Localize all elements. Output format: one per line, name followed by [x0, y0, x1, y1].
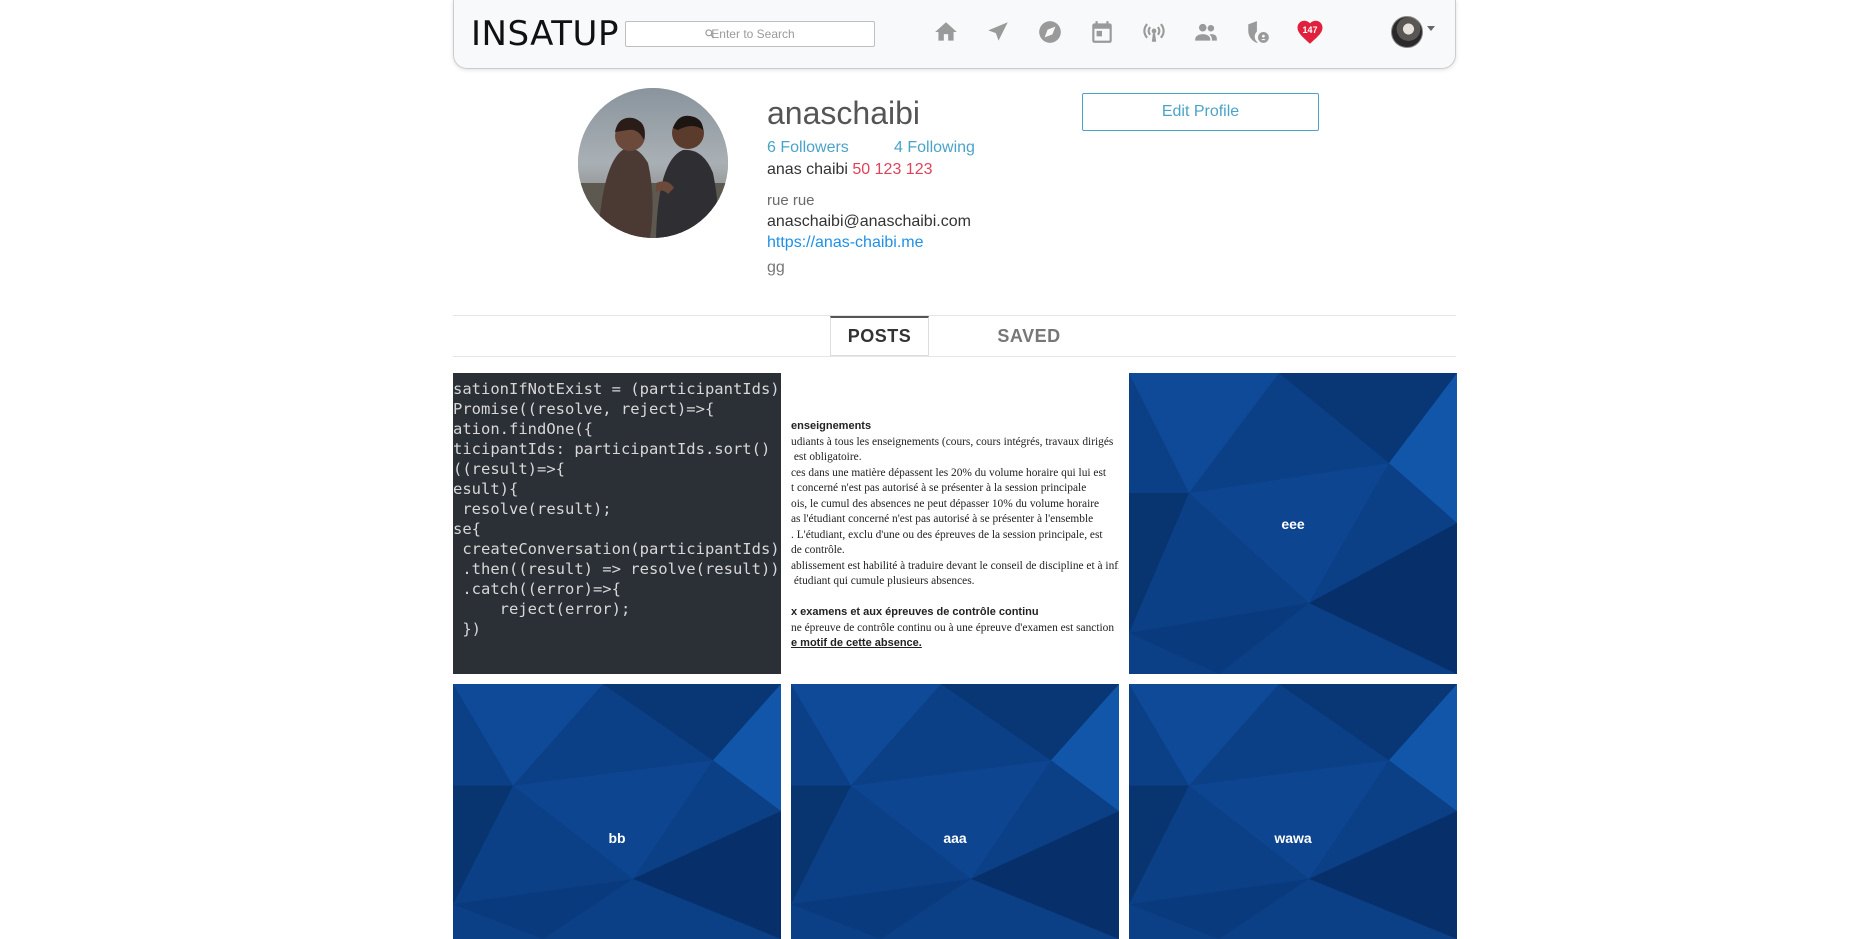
code-line: ation.findOne({ — [453, 420, 593, 438]
post-title: bb — [608, 830, 626, 846]
doc-heading: enseignements — [791, 420, 872, 432]
post-tile-document[interactable]: enseignements udiants à tous les enseign… — [791, 373, 1119, 674]
broadcast-icon[interactable] — [1138, 16, 1170, 48]
tab-posts[interactable]: POSTS — [830, 316, 929, 356]
post-title: eee — [1281, 515, 1305, 532]
tabs-divider-bottom — [453, 356, 1456, 357]
doc-line: t concerné n'est pas autorisé à se prése… — [791, 482, 1087, 494]
post-tile[interactable]: eee — [1129, 373, 1457, 674]
post-tile[interactable]: aaa — [791, 684, 1119, 939]
code-line: Promise((resolve, reject)=>{ — [453, 400, 715, 418]
avatar[interactable] — [1391, 16, 1423, 48]
post-background — [791, 684, 1119, 939]
code-line: ((result)=>{ — [453, 460, 565, 478]
code-line: createConversation(participantIds) — [453, 540, 780, 558]
top-navbar: INSATUP 147 — [453, 0, 1456, 69]
notification-count: 147 — [1302, 25, 1318, 35]
code-line: .catch((error)=>{ — [453, 580, 621, 598]
post-background — [453, 684, 781, 939]
post-tile-code[interactable]: sationIfNotExist = (participantIds) Prom… — [453, 373, 781, 674]
doc-line: ois, le cumul des absences ne peut dépas… — [791, 497, 1100, 510]
code-line: sationIfNotExist = (participantIds) — [453, 380, 780, 398]
doc-line: . L'étudiant, exclu d'une ou des épreuve… — [791, 528, 1103, 541]
profile-username: anaschaibi — [767, 95, 920, 131]
full-name-text: anas chaibi — [767, 161, 848, 178]
doc-line: e motif de cette absence. — [791, 637, 922, 649]
phone-number: 50 123 123 — [852, 161, 933, 178]
doc-line: de contrôle. — [791, 544, 845, 556]
heart-icon[interactable]: 147 — [1294, 16, 1326, 48]
profile-address: rue rue — [767, 192, 815, 209]
doc-line: as l'étudiant concerné n'est pas autoris… — [791, 513, 1094, 525]
doc-line: ne épreuve de contrôle continu ou à une … — [791, 621, 1115, 634]
code-line: reject(error); — [453, 600, 631, 618]
profile-full-name: anas chaibi 50 123 123 — [767, 161, 932, 179]
doc-line: ces dans une matière dépassent les 20% d… — [791, 466, 1107, 479]
doc-line: ablissement est habilité à traduire deva… — [791, 559, 1119, 572]
following-link[interactable]: 4 Following — [894, 139, 975, 157]
chevron-down-icon[interactable] — [1427, 26, 1435, 31]
explore-icon[interactable] — [1034, 16, 1066, 48]
code-line: ticipantIds: participantIds.sort() — [453, 440, 771, 458]
security-icon[interactable] — [1242, 16, 1274, 48]
post-title: wawa — [1274, 830, 1312, 846]
doc-line: est obligatoire. — [791, 451, 862, 463]
code-line: .then((result) => resolve(result)) — [453, 560, 780, 578]
document-snippet: enseignements udiants à tous les enseign… — [791, 419, 1119, 652]
calendar-icon[interactable] — [1086, 16, 1118, 48]
people-icon[interactable] — [1190, 16, 1222, 48]
profile-picture — [578, 88, 728, 238]
doc-line: udiants à tous les enseignements (cours,… — [791, 435, 1114, 448]
followers-link[interactable]: 6 Followers — [767, 139, 849, 157]
post-background — [1129, 684, 1457, 939]
code-line: esult){ — [453, 480, 519, 498]
doc-line: étudiant qui cumule plusieurs absences. — [791, 575, 975, 587]
profile-website-link[interactable]: https://anas-chaibi.me — [767, 234, 924, 252]
tabs-divider-top — [453, 315, 1456, 316]
edit-profile-button[interactable]: Edit Profile — [1082, 93, 1319, 131]
code-line: se{ — [453, 520, 481, 538]
post-title: aaa — [943, 830, 967, 846]
home-icon[interactable] — [930, 16, 962, 48]
tab-saved[interactable]: SAVED — [979, 316, 1079, 356]
search-input[interactable] — [625, 21, 875, 47]
profile-email: anaschaibi@anaschaibi.com — [767, 213, 971, 230]
code-line: }) — [453, 620, 481, 638]
code-snippet: sationIfNotExist = (participantIds) Prom… — [453, 379, 780, 639]
send-icon[interactable] — [982, 16, 1014, 48]
brand-logo[interactable]: INSATUP — [471, 14, 619, 54]
post-tile[interactable]: wawa — [1129, 684, 1457, 939]
code-line: resolve(result); — [453, 500, 612, 518]
doc-heading: x examens et aux épreuves de contrôle co… — [791, 606, 1039, 618]
post-tile[interactable]: bb — [453, 684, 781, 939]
profile-bio: gg — [767, 259, 785, 276]
